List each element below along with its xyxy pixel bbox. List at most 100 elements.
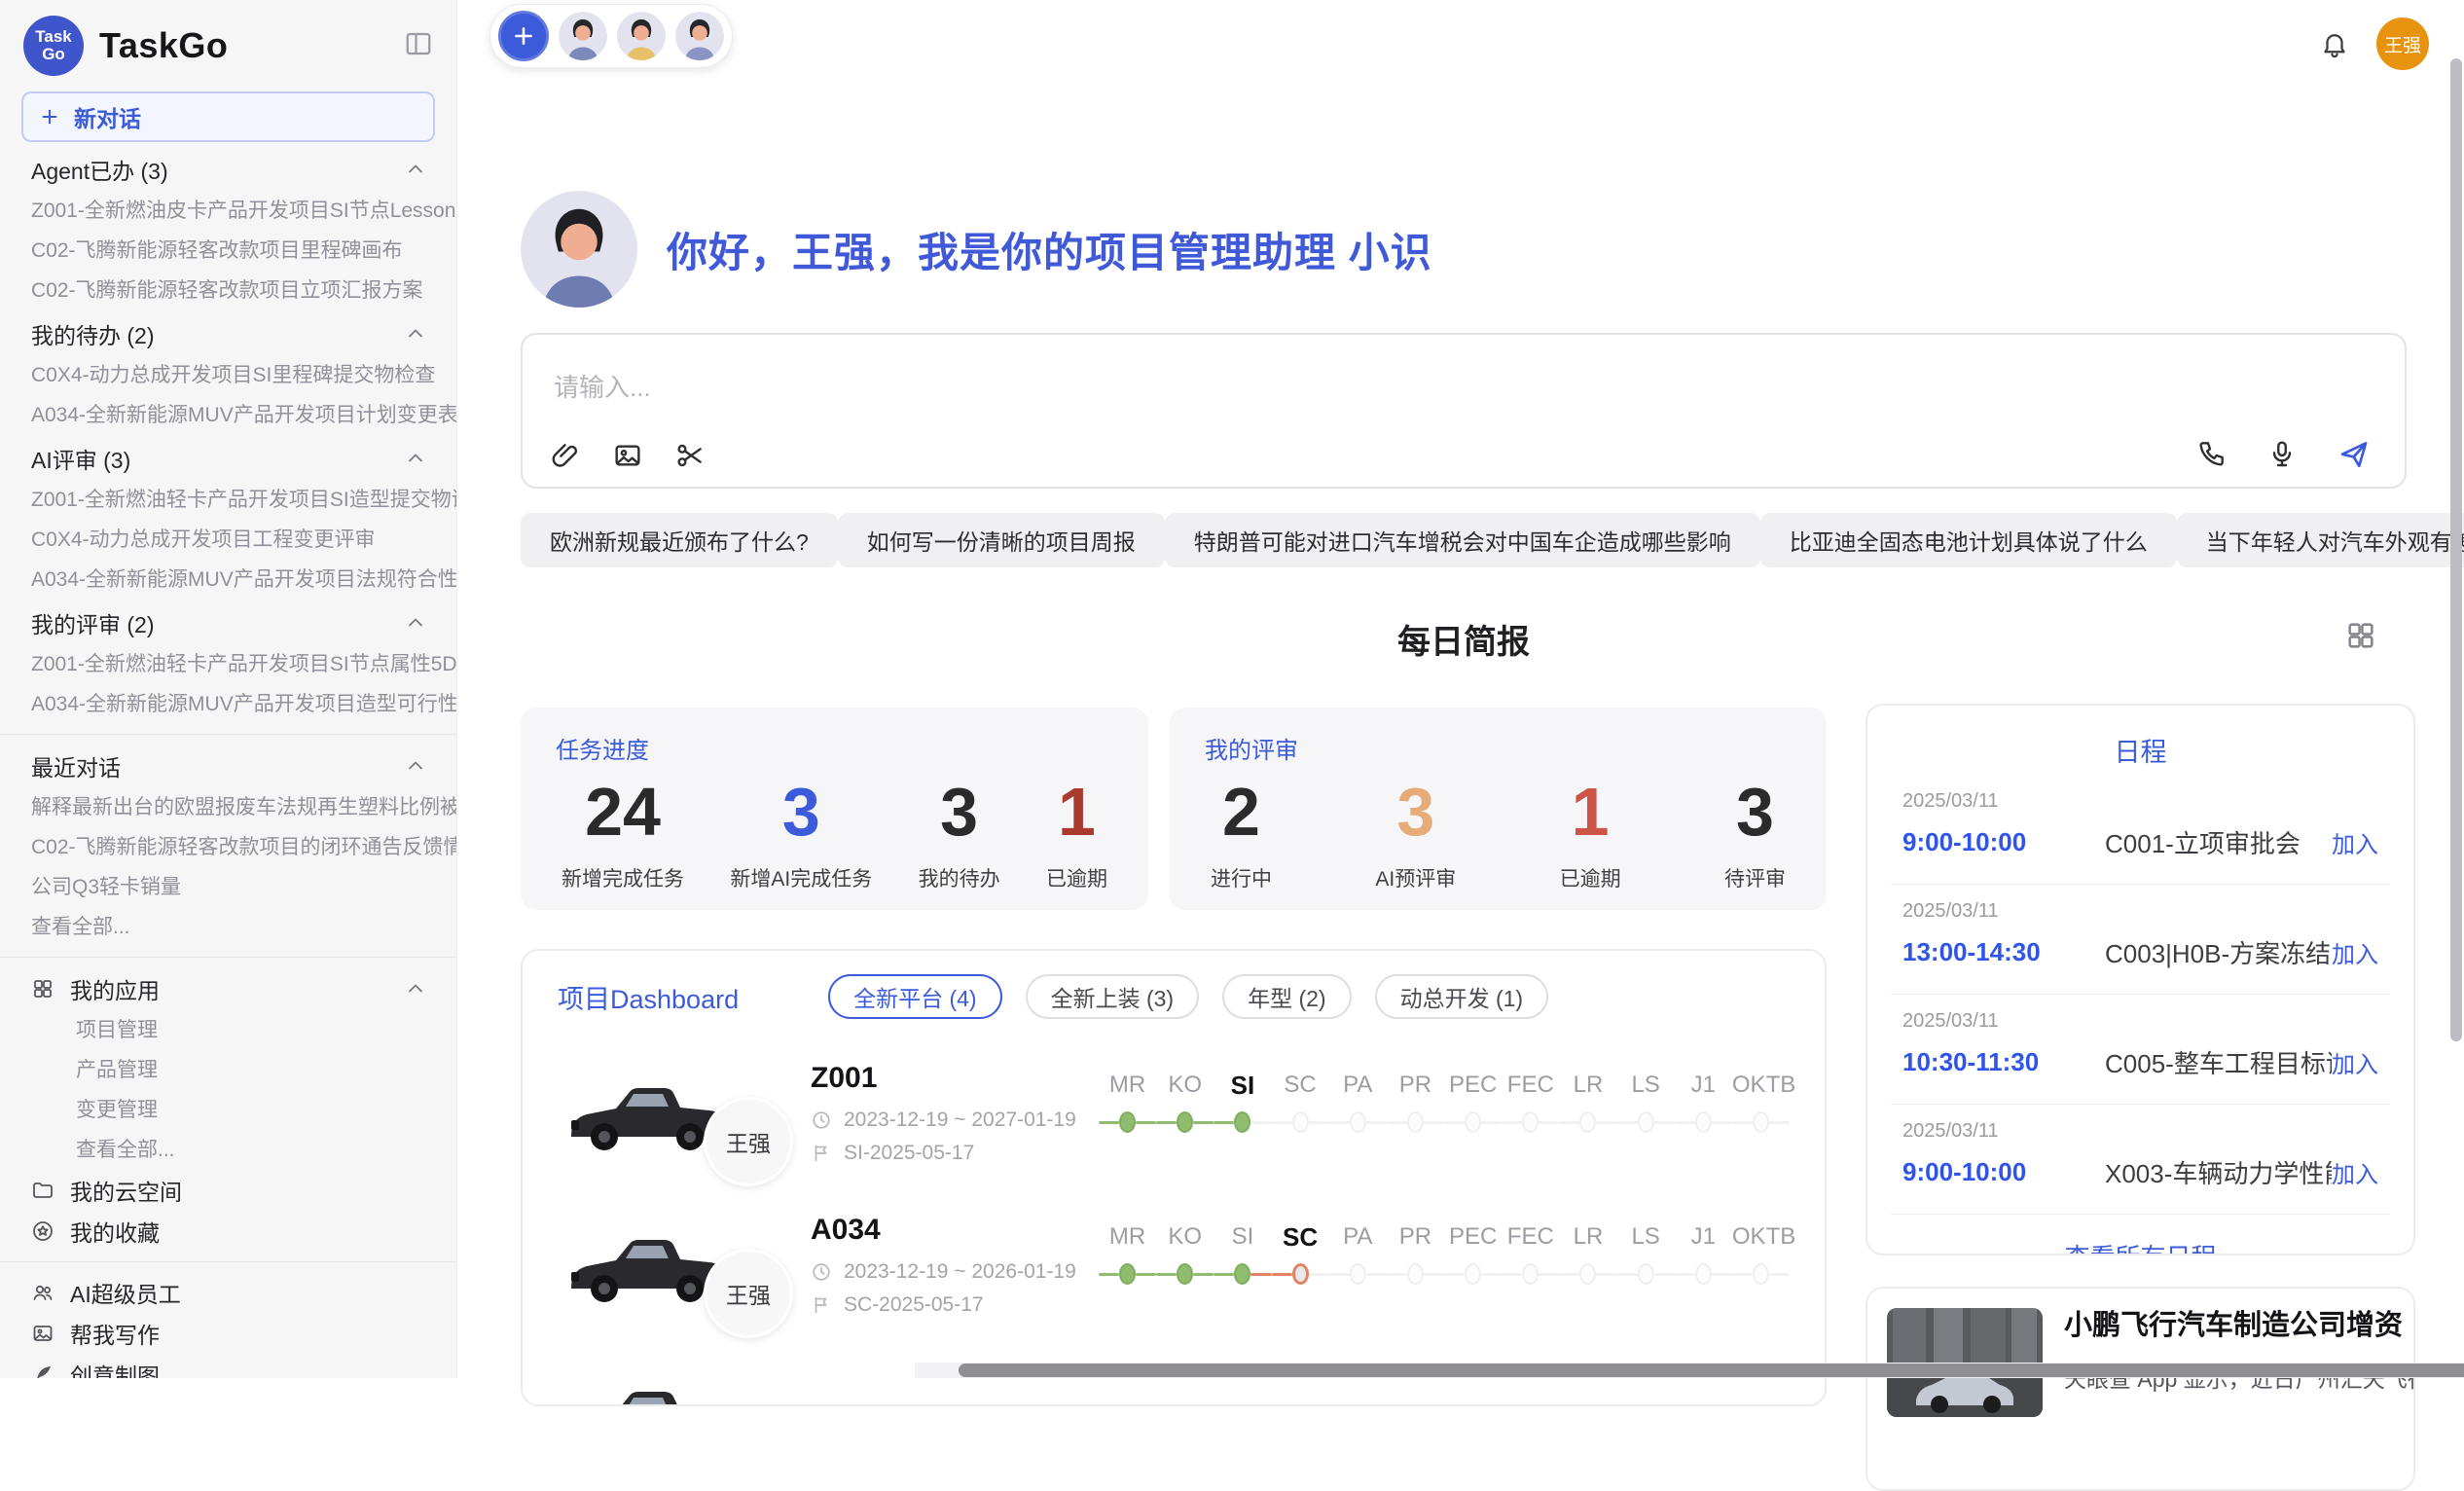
assistant-avatar-1[interactable] <box>559 12 607 60</box>
sidebar-tool-image[interactable]: 帮我写作 <box>0 1313 456 1354</box>
chat-composer <box>521 333 2407 489</box>
conversation-item[interactable]: C02-飞腾新能源轻客改款项目里程碑画布 <box>0 231 456 271</box>
dashboard-filter[interactable]: 全新上装 (3) <box>1026 974 1200 1019</box>
new-chat-button[interactable]: 新对话 <box>21 91 435 142</box>
mic-icon[interactable] <box>2266 438 2298 469</box>
milestone-node <box>1522 1263 1539 1285</box>
horizontal-scrollbar-thumb[interactable] <box>959 1364 2464 1377</box>
milestone-label: MR <box>1099 1066 1156 1105</box>
suggestion-chip[interactable]: 如何写一份清晰的项目周报 <box>838 513 1165 567</box>
milestone-stepper: MRKOSISCPAPRPECFECLRLSJ1OKTB <box>1099 1214 1790 1291</box>
dashboard-filter[interactable]: 全新平台 (4) <box>828 974 1002 1019</box>
conversation-item[interactable]: A034-全新新能源MUV产品开发项目造型可行性评审 <box>0 684 456 724</box>
milestone: J1 <box>1675 1218 1732 1291</box>
attachment-icon[interactable] <box>550 440 581 471</box>
bell-icon[interactable] <box>2320 29 2349 58</box>
image-icon[interactable] <box>612 440 643 471</box>
user-avatar[interactable]: 王强 <box>2376 18 2429 70</box>
project-dates: 2023-12-19 ~ 2026-01-19 <box>811 1260 1099 1284</box>
vertical-scrollbar-thumb[interactable] <box>2450 58 2462 1041</box>
section-header[interactable]: AI评审 (3) <box>0 437 456 480</box>
milestone-label: SC <box>1272 1218 1329 1256</box>
sidebar-header: Task Go TaskGo <box>0 0 456 86</box>
scissors-icon[interactable] <box>674 440 706 471</box>
recent-conversations-header[interactable]: 最近对话 <box>0 745 456 787</box>
people-icon <box>31 1281 54 1304</box>
sidebar-item-cloud-space[interactable]: 我的云空间 <box>0 1170 456 1211</box>
collapse-sidebar-icon[interactable] <box>402 29 435 58</box>
milestone-label: LR <box>1559 1218 1616 1256</box>
news-card[interactable]: 小鹏飞行汽车制造公司增资 天眼查 App 显示，近日广州汇天飞行汽... <box>1866 1287 2415 1491</box>
join-link[interactable]: 加入 <box>2332 825 2378 859</box>
milestone: LR <box>1559 1218 1616 1291</box>
milestone-node <box>1753 1111 1769 1133</box>
conversation-item[interactable]: Z001-全新燃油皮卡产品开发项目SI节点Lesson Learn报告 <box>0 191 456 231</box>
app-sub-item[interactable]: 项目管理 <box>0 1010 456 1050</box>
suggestion-chip[interactable]: 当下年轻人对汽车外观有怎样的喜好趋势 <box>2177 513 2464 567</box>
folder-icon <box>31 1179 54 1202</box>
greeting-text: 你好，王强，我是你的项目管理助理 小识 <box>667 220 1432 279</box>
dashboard-filter[interactable]: 动总开发 (1) <box>1375 974 1549 1019</box>
assistant-avatar-2[interactable] <box>617 12 666 60</box>
join-link[interactable]: 加入 <box>2332 1155 2378 1189</box>
join-link[interactable]: 加入 <box>2332 935 2378 969</box>
stat-value: 1 <box>1560 773 1621 852</box>
conversation-item[interactable]: A034-全新新能源MUV产品开发项目法规符合性评审 <box>0 560 456 600</box>
flag-icon <box>811 1143 832 1164</box>
conversation-item[interactable]: Z001-全新燃油轻卡产品开发项目SI造型提交物评审 <box>0 480 456 520</box>
suggestion-chip[interactable]: 欧洲新规最近颁布了什么? <box>521 513 838 567</box>
recent-conversation-item[interactable]: 公司Q3轻卡销量 <box>0 867 456 907</box>
assistant-avatar-large <box>521 191 637 308</box>
join-link[interactable]: 加入 <box>2332 1045 2378 1079</box>
section-header[interactable]: 我的评审 (2) <box>0 601 456 644</box>
milestone-label: KO <box>1156 1218 1214 1256</box>
send-icon[interactable] <box>2337 436 2372 471</box>
sidebar-tool-people[interactable]: AI超级员工 <box>0 1272 456 1313</box>
news-title: 小鹏飞行汽车制造公司增资 <box>2064 1308 2415 1343</box>
sidebar-tool-pen[interactable]: 创意制图 <box>0 1354 456 1378</box>
conversation-item[interactable]: C0X4-动力总成开发项目SI里程碑提交物检查 <box>0 355 456 395</box>
phone-icon[interactable] <box>2196 438 2228 469</box>
event-date: 2025/03/11 <box>1902 790 2378 813</box>
my-apps-list: 项目管理产品管理变更管理查看全部... <box>0 1010 456 1170</box>
dashboard-title: 项目Dashboard <box>558 978 739 1016</box>
owner-avatar: 王强 <box>704 1249 793 1338</box>
sidebar: Task Go TaskGo 新对话 Agent已办 (3) Z001-全新燃油皮… <box>0 0 457 1378</box>
conversation-item[interactable]: A034-全新新能源MUV产品开发项目计划变更表编写 <box>0 395 456 435</box>
briefing-grid-icon[interactable] <box>2344 619 2377 652</box>
section-header[interactable]: 我的待办 (2) <box>0 312 456 355</box>
conversation-item[interactable]: C02-飞腾新能源轻客改款项目立项汇报方案 <box>0 271 456 310</box>
assistant-avatar-3[interactable] <box>675 12 724 60</box>
conversation-item[interactable]: C0X4-动力总成开发项目工程变更评审 <box>0 520 456 560</box>
project-dates-text: 2023-12-19 ~ 2026-01-19 <box>844 1260 1076 1284</box>
project-flag: SC-2025-05-17 <box>811 1293 1099 1317</box>
event-time: 9:00-10:00 <box>1902 1157 2105 1187</box>
favorites-label: 我的收藏 <box>70 1215 160 1248</box>
news-body: 小鹏飞行汽车制造公司增资 天眼查 App 显示，近日广州汇天飞行汽... <box>2064 1308 2415 1470</box>
recent-view-all-link[interactable]: 查看全部... <box>0 907 456 947</box>
stat-value: 1 <box>1046 773 1107 852</box>
section-header[interactable]: Agent已办 (3) <box>0 148 456 191</box>
suggestion-chip[interactable]: 比亚迪全固态电池计划具体说了什么 <box>1760 513 2177 567</box>
recent-conversation-item[interactable]: 解释最新出台的欧盟报废车法规再生塑料比例被调至15%... <box>0 787 456 827</box>
conversation-item[interactable]: Z001-全新燃油轻卡产品开发项目SI节点属性5D文件评审 <box>0 644 456 684</box>
schedule-event: 2025/03/119:00-10:00X003-车辆动力学性能验...加入 <box>1891 1105 2390 1215</box>
stat: 24新增完成任务 <box>562 773 684 892</box>
app-sub-item[interactable]: 查看全部... <box>0 1130 456 1170</box>
chat-input[interactable] <box>552 372 1832 404</box>
project-card[interactable]: 王强A0342023-12-19 ~ 2026-01-19SC-2025-05-… <box>558 1214 1790 1321</box>
section-label: Agent已办 (3) <box>31 153 168 186</box>
recent-conversation-item[interactable]: C02-飞腾新能源轻客改款项目的闭环通告反馈情况 <box>0 827 456 867</box>
dashboard-filter[interactable]: 年型 (2) <box>1222 974 1352 1019</box>
milestone-node <box>1119 1263 1136 1285</box>
stat-label: 新增AI完成任务 <box>730 863 872 892</box>
add-assistant-button[interactable] <box>498 11 549 61</box>
milestone: OKTB <box>1732 1066 1790 1140</box>
view-all-schedule-link[interactable]: 查看所有日程 <box>1867 1215 2413 1255</box>
sidebar-item-favorites[interactable]: 我的收藏 <box>0 1211 456 1252</box>
my-apps-header[interactable]: 我的应用 <box>0 967 456 1010</box>
suggestion-chip[interactable]: 特朗普可能对进口汽车增税会对中国车企造成哪些影响 <box>1165 513 1760 567</box>
project-card[interactable]: 王强Z0012023-12-19 ~ 2027-01-19SI-2025-05-… <box>558 1062 1790 1169</box>
app-sub-item[interactable]: 变更管理 <box>0 1090 456 1130</box>
app-sub-item[interactable]: 产品管理 <box>0 1050 456 1090</box>
